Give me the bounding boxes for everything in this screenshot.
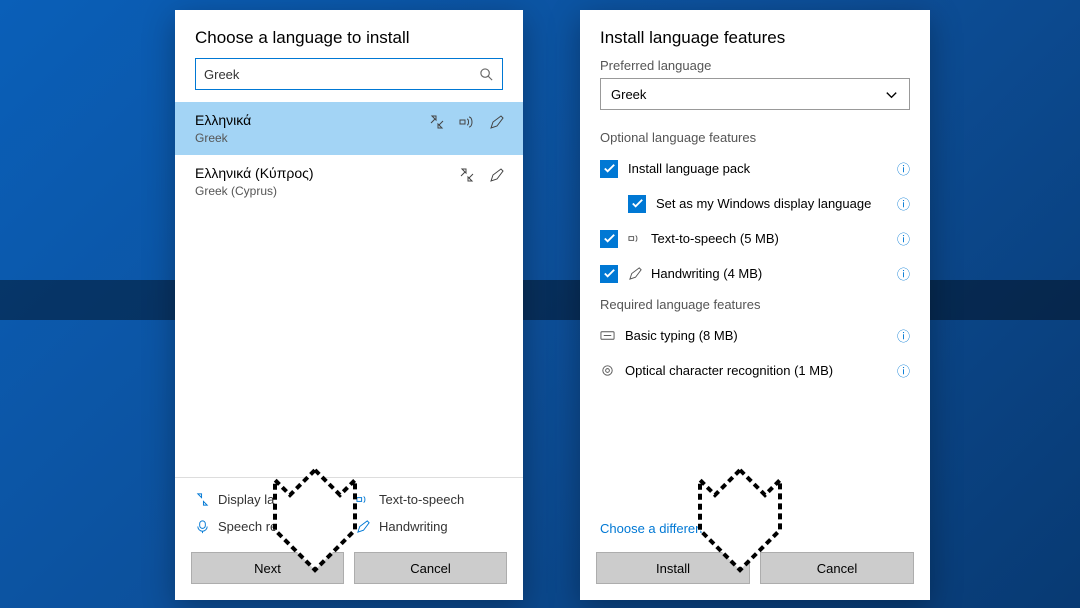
legend-label: Handwriting <box>379 519 448 534</box>
dropdown-value: Greek <box>611 87 646 102</box>
info-icon[interactable]: ⓘ <box>897 194 910 213</box>
checkbox[interactable] <box>600 230 618 248</box>
language-feature-icons <box>429 114 505 130</box>
info-icon[interactable]: ⓘ <box>897 159 910 178</box>
optional-features-heading: Optional language features <box>580 124 930 151</box>
ocr-icon <box>600 363 615 378</box>
handwriting-icon <box>489 114 505 130</box>
legend-label: Text-to-speech <box>379 492 464 507</box>
language-item-greek[interactable]: Ελληνικά Greek <box>175 102 523 155</box>
checkbox[interactable] <box>600 160 618 178</box>
feature-legend: Display language Text-to-speech Speech r… <box>175 477 523 542</box>
legend-tts: Text-to-speech <box>356 492 503 507</box>
legend-label: Speech recognition <box>218 519 329 534</box>
info-icon[interactable]: ⓘ <box>897 361 910 380</box>
preferred-language-dropdown[interactable]: Greek <box>600 78 910 110</box>
preferred-language-label: Preferred language <box>580 58 930 78</box>
display-icon <box>429 114 445 130</box>
feature-label: Basic typing (8 MB) <box>625 328 887 343</box>
display-icon <box>195 492 210 507</box>
feature-basic-typing: Basic typing (8 MB) ⓘ <box>580 318 930 353</box>
info-icon[interactable]: ⓘ <box>897 264 910 283</box>
language-english-name: Greek <box>195 131 503 145</box>
legend-display: Display language <box>195 492 342 507</box>
feature-handwriting[interactable]: Handwriting (4 MB) ⓘ <box>580 256 930 291</box>
feature-label: Text-to-speech (5 MB) <box>628 231 887 246</box>
cancel-button[interactable]: Cancel <box>354 552 507 584</box>
handwriting-icon <box>489 167 505 183</box>
language-feature-icons <box>459 167 505 183</box>
feature-label: Set as my Windows display language <box>656 196 887 211</box>
checkbox[interactable] <box>628 195 646 213</box>
tts-icon <box>628 231 643 246</box>
button-row: Next Cancel <box>175 542 523 600</box>
check-icon <box>602 266 617 281</box>
tts-icon <box>459 114 475 130</box>
handwriting-icon <box>356 519 371 534</box>
cancel-button[interactable]: Cancel <box>760 552 914 584</box>
search-wrap <box>175 58 523 102</box>
language-item-greek-cyprus[interactable]: Ελληνικά (Κύπρος) Greek (Cyprus) <box>175 155 523 208</box>
feature-install-pack[interactable]: Install language pack ⓘ <box>580 151 930 186</box>
feature-set-display[interactable]: Set as my Windows display language ⓘ <box>580 186 930 221</box>
next-button[interactable]: Next <box>191 552 344 584</box>
feature-label: Optical character recognition (1 MB) <box>625 363 887 378</box>
language-list: Ελληνικά Greek Ελληνικά (Κύπρος) Greek (… <box>175 102 523 208</box>
tts-icon <box>356 492 371 507</box>
install-button[interactable]: Install <box>596 552 750 584</box>
legend-label: Display language <box>218 492 318 507</box>
check-icon <box>630 196 645 211</box>
panel-title: Choose a language to install <box>175 10 523 58</box>
feature-label: Handwriting (4 MB) <box>628 266 887 281</box>
install-features-panel: Install language features Preferred lang… <box>580 10 930 600</box>
info-icon[interactable]: ⓘ <box>897 229 910 248</box>
button-row: Install Cancel <box>580 542 930 600</box>
chevron-down-icon <box>884 87 899 102</box>
display-icon <box>459 167 475 183</box>
check-icon <box>602 161 617 176</box>
language-english-name: Greek (Cyprus) <box>195 184 503 198</box>
check-icon <box>602 231 617 246</box>
legend-speech: Speech recognition <box>195 519 342 534</box>
speech-icon <box>195 519 210 534</box>
search-icon <box>479 67 494 82</box>
search-input[interactable] <box>204 67 479 82</box>
keyboard-icon <box>600 328 615 343</box>
panel-title: Install language features <box>580 10 930 58</box>
checkbox[interactable] <box>600 265 618 283</box>
search-input-wrap[interactable] <box>195 58 503 90</box>
feature-ocr: Optical character recognition (1 MB) ⓘ <box>580 353 930 388</box>
feature-label: Install language pack <box>628 161 887 176</box>
choose-different-language-link[interactable]: Choose a different language <box>580 511 930 542</box>
language-native-name: Ελληνικά (Κύπρος) <box>195 165 503 181</box>
feature-tts[interactable]: Text-to-speech (5 MB) ⓘ <box>580 221 930 256</box>
legend-hand: Handwriting <box>356 519 503 534</box>
handwriting-icon <box>628 266 643 281</box>
choose-language-panel: Choose a language to install Ελληνικά Gr… <box>175 10 523 600</box>
required-features-heading: Required language features <box>580 291 930 318</box>
info-icon[interactable]: ⓘ <box>897 326 910 345</box>
